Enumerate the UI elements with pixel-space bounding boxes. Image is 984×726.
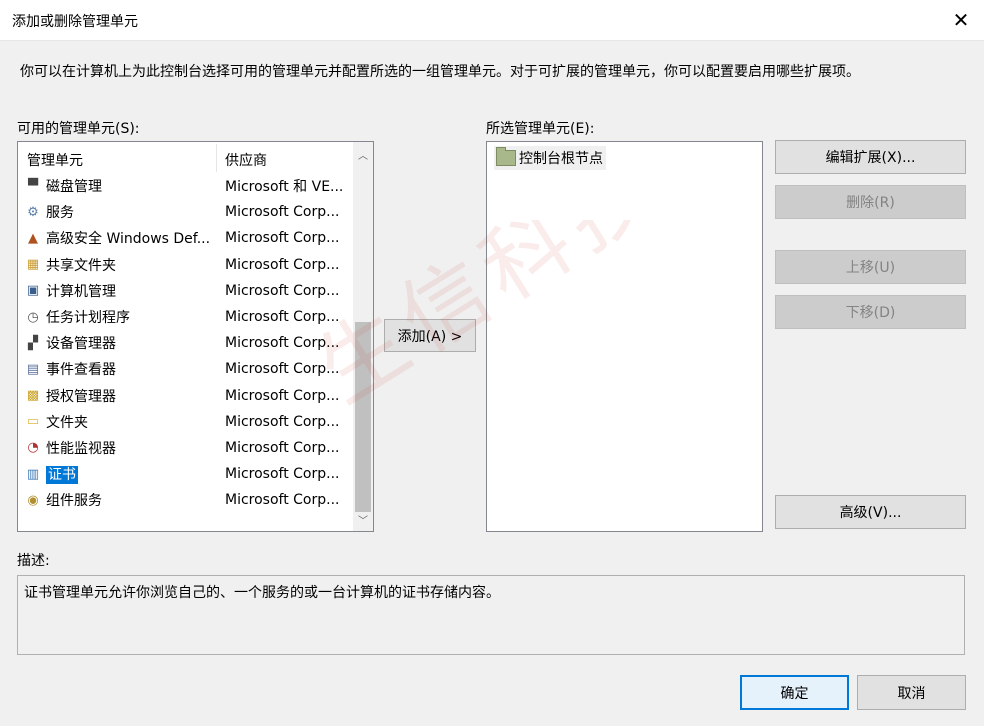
snapin-vendor: Microsoft Corp...: [225, 413, 340, 430]
snapin-name: 证书: [46, 466, 78, 485]
list-item[interactable]: ▩ 授权管理器 Microsoft Corp...: [18, 383, 351, 409]
list-item[interactable]: ▞ 设备管理器 Microsoft Corp...: [18, 330, 351, 356]
snapin-name: 任务计划程序: [46, 310, 130, 327]
column-separator[interactable]: [216, 144, 217, 172]
move-up-button[interactable]: 上移(U): [775, 250, 966, 284]
list-item[interactable]: ◉ 组件服务 Microsoft Corp...: [18, 487, 351, 513]
snapin-vendor: Microsoft Corp...: [225, 492, 340, 509]
snapin-name: 高级安全 Windows Def...: [46, 231, 211, 248]
firewall-icon: ▲: [28, 230, 38, 246]
window-title: 添加或删除管理单元: [12, 14, 138, 30]
certificate-icon: ▥: [26, 466, 40, 482]
column-header-snapin[interactable]: 管理单元: [27, 150, 83, 170]
remove-button[interactable]: 删除(R): [775, 185, 966, 219]
close-icon[interactable]: ✕: [938, 0, 984, 40]
list-item[interactable]: ▀ 磁盘管理 Microsoft 和 VE...: [18, 173, 351, 199]
move-down-button[interactable]: 下移(D): [775, 295, 966, 329]
list-item[interactable]: ▦ 共享文件夹 Microsoft Corp...: [18, 252, 351, 278]
tree-node-label: 控制台根节点: [519, 151, 603, 167]
snapin-vendor: Microsoft Corp...: [225, 230, 340, 247]
snapin-name: 性能监视器: [46, 440, 116, 457]
list-item[interactable]: ◔ 性能监视器 Microsoft Corp...: [18, 435, 351, 461]
intro-text: 你可以在计算机上为此控制台选择可用的管理单元并配置所选的一组管理单元。对于可扩展…: [20, 64, 860, 80]
event-viewer-icon: ▤: [26, 361, 40, 377]
component-services-icon: ◉: [27, 492, 39, 508]
list-item[interactable]: ◷ 任务计划程序 Microsoft Corp...: [18, 304, 351, 330]
description-text: 证书管理单元允许你浏览自己的、一个服务的或一台计算机的证书存储内容。: [24, 585, 500, 601]
snapin-vendor: Microsoft Corp...: [225, 387, 340, 404]
list-item[interactable]: ▤ 事件查看器 Microsoft Corp...: [18, 356, 351, 382]
snapin-name: 事件查看器: [46, 362, 116, 379]
snapin-vendor: Microsoft Corp...: [225, 335, 340, 352]
list-item-selected[interactable]: ▥ 证书 Microsoft Corp...: [18, 461, 351, 487]
snapin-name: 组件服务: [46, 493, 102, 510]
add-button[interactable]: 添加(A) >: [384, 319, 476, 352]
snapin-name: 设备管理器: [46, 336, 116, 353]
clock-icon: ◷: [27, 309, 39, 325]
snapin-vendor: Microsoft Corp...: [225, 361, 340, 378]
list-item[interactable]: ⚙ 服务 Microsoft Corp...: [18, 199, 351, 225]
snapin-name: 共享文件夹: [46, 257, 116, 274]
edit-extensions-button[interactable]: 编辑扩展(X)...: [775, 140, 966, 174]
list-header: 管理单元 供应商: [18, 142, 351, 174]
scroll-down-icon[interactable]: ﹀: [353, 509, 373, 529]
authorization-manager-icon: ▩: [26, 388, 40, 404]
list-item[interactable]: ▭ 文件夹 Microsoft Corp...: [18, 409, 351, 435]
shared-folder-icon: ▦: [26, 257, 40, 273]
snapin-vendor: Microsoft Corp...: [225, 309, 340, 326]
computer-management-icon: ▣: [26, 283, 40, 299]
folder-icon: [496, 147, 516, 166]
description-label: 描述:: [17, 553, 50, 569]
device-manager-icon: ▞: [28, 335, 38, 351]
scroll-up-icon[interactable]: ︿: [353, 144, 373, 164]
snapin-vendor: Microsoft 和 VE...: [225, 179, 344, 196]
performance-monitor-icon: ◔: [27, 440, 39, 456]
tree-node-console-root[interactable]: 控制台根节点: [494, 146, 606, 170]
column-header-vendor[interactable]: 供应商: [225, 150, 267, 170]
scroll-thumb[interactable]: [355, 322, 371, 512]
title-bar: 添加或删除管理单元 ✕: [0, 0, 984, 41]
available-snapins-label: 可用的管理单元(S):: [17, 121, 140, 137]
services-gear-icon: ⚙: [27, 204, 39, 220]
snapin-name: 计算机管理: [46, 283, 116, 300]
snapin-vendor: Microsoft Corp...: [225, 256, 340, 273]
selected-snapins-label: 所选管理单元(E):: [486, 121, 595, 137]
list-item[interactable]: ▲ 高级安全 Windows Def... Microsoft Corp...: [18, 225, 351, 251]
snapin-name: 授权管理器: [46, 388, 116, 405]
snapin-vendor: Microsoft Corp...: [225, 439, 340, 456]
snapin-name: 磁盘管理: [46, 179, 102, 196]
snapin-vendor: Microsoft Corp...: [225, 466, 340, 483]
available-snapins-list[interactable]: 管理单元 供应商 ▀ 磁盘管理 Microsoft 和 VE... ⚙ 服务 M…: [17, 141, 374, 532]
snapin-vendor: Microsoft Corp...: [225, 282, 340, 299]
disk-management-icon: ▀: [28, 178, 38, 194]
list-item[interactable]: ▣ 计算机管理 Microsoft Corp...: [18, 278, 351, 304]
description-box: 证书管理单元允许你浏览自己的、一个服务的或一台计算机的证书存储内容。: [17, 575, 965, 655]
snapin-name: 文件夹: [46, 414, 88, 431]
snapin-vendor: Microsoft Corp...: [225, 204, 340, 221]
ok-button[interactable]: 确定: [740, 675, 849, 710]
folder-icon: ▭: [26, 414, 40, 430]
cancel-button[interactable]: 取消: [857, 675, 966, 710]
advanced-button[interactable]: 高级(V)...: [775, 495, 966, 529]
snapin-rows: ▀ 磁盘管理 Microsoft 和 VE... ⚙ 服务 Microsoft …: [18, 173, 351, 513]
snapin-name: 服务: [46, 205, 74, 222]
list-scrollbar[interactable]: ︿ ﹀: [353, 142, 373, 531]
selected-snapins-tree[interactable]: 控制台根节点: [486, 141, 763, 532]
